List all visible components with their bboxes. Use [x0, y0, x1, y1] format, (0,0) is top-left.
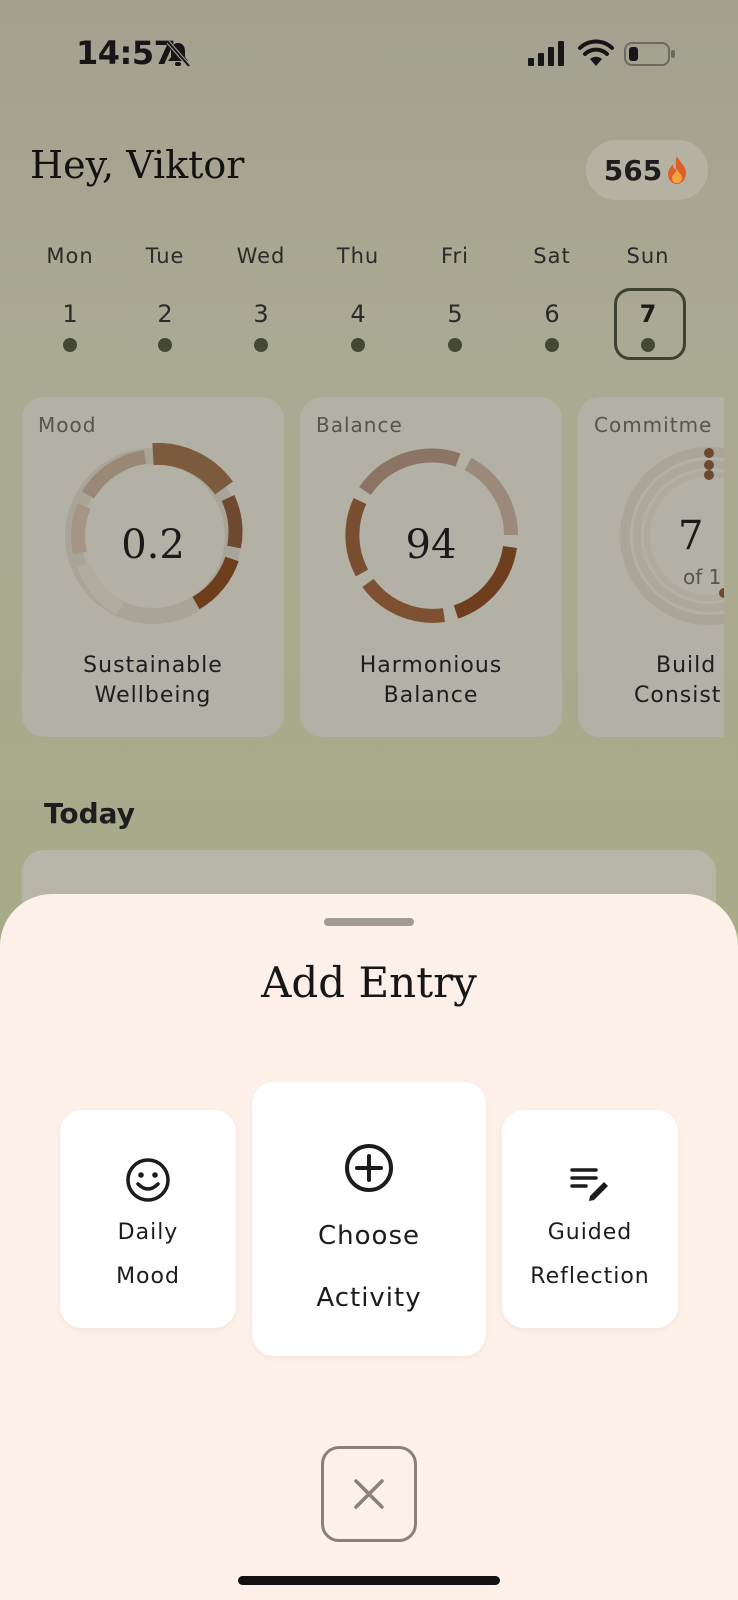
- greeting-heading: Hey, Viktor: [30, 143, 245, 187]
- caption-line: Harmonious: [359, 653, 503, 678]
- option-label: Activity: [316, 1283, 422, 1313]
- mood-card[interactable]: Mood 0.2 Sustainable Wellbeing: [22, 397, 284, 737]
- option-label: Daily: [117, 1220, 179, 1245]
- streak-badge[interactable]: 565: [586, 140, 708, 200]
- add-entry-sheet: Add Entry Daily Mood Choose Activity Gui…: [0, 894, 738, 1600]
- entry-dot: [351, 338, 365, 352]
- sheet-title: Add Entry: [261, 958, 477, 1007]
- option-label: Reflection: [530, 1264, 650, 1289]
- caption-line: Wellbeing: [94, 683, 212, 708]
- entry-dot: [545, 338, 559, 352]
- commitment-card[interactable]: Commitme 7 of 1 Build Consist: [578, 397, 724, 737]
- entry-dot: [158, 338, 172, 352]
- selected-day-outline: [614, 288, 686, 360]
- card-title: Balance: [316, 413, 403, 437]
- entry-dot: [63, 338, 77, 352]
- caption-line: Consist: [634, 683, 722, 708]
- option-label: Choose: [318, 1221, 420, 1251]
- caption-line: Sustainable: [83, 653, 223, 678]
- metric-cards-carousel[interactable]: Mood 0.2 Sustainable Wellbeing Balance 9…: [22, 397, 724, 739]
- daily-mood-button[interactable]: Daily Mood: [60, 1110, 236, 1328]
- commitment-value: 7: [678, 513, 704, 559]
- card-title: Commitme: [594, 413, 713, 437]
- close-icon: [354, 1479, 384, 1509]
- day-monday[interactable]: Mon 1: [32, 244, 108, 352]
- choose-activity-button[interactable]: Choose Activity: [252, 1082, 486, 1356]
- card-caption: Build Consist: [634, 651, 724, 711]
- day-name: Wed: [236, 244, 286, 268]
- wifi-icon: [578, 39, 614, 66]
- day-name: Fri: [440, 244, 470, 268]
- day-thursday[interactable]: Thu 4: [320, 244, 396, 352]
- day-sunday-selected[interactable]: Sun 7: [610, 244, 686, 360]
- day-number: 4: [350, 300, 366, 328]
- streak-count: 565: [603, 153, 663, 187]
- sheet-grabber[interactable]: [324, 918, 414, 926]
- caption-line: Build: [656, 653, 717, 678]
- cellular-signal-icon: [528, 41, 564, 66]
- entry-dot: [254, 338, 268, 352]
- battery-icon: [624, 42, 675, 66]
- day-number: 2: [157, 300, 173, 328]
- day-wednesday[interactable]: Wed 3: [223, 244, 299, 352]
- day-name: Tue: [145, 244, 185, 268]
- day-name: Mon: [46, 244, 94, 268]
- day-name: Thu: [336, 244, 380, 268]
- bell-slash-icon: [166, 40, 191, 68]
- day-name: Sun: [626, 244, 670, 268]
- day-tuesday[interactable]: Tue 2: [127, 244, 203, 352]
- caption-line: Balance: [383, 683, 479, 708]
- balance-card[interactable]: Balance 94 Harmonious Balance: [300, 397, 562, 737]
- day-friday[interactable]: Fri 5: [417, 244, 493, 352]
- card-title: Mood: [38, 413, 97, 437]
- mood-value: 0.2: [121, 522, 185, 568]
- flame-icon: [668, 156, 687, 184]
- option-label: Guided: [547, 1220, 633, 1245]
- edit-note-icon: [570, 1168, 608, 1201]
- today-heading: Today: [44, 797, 135, 830]
- day-number: 5: [447, 300, 463, 328]
- commitment-total: of 1: [683, 565, 722, 589]
- status-time: 14:57: [76, 34, 176, 72]
- balance-value: 94: [405, 522, 457, 568]
- plus-circle-icon: [345, 1144, 393, 1192]
- guided-reflection-button[interactable]: Guided Reflection: [502, 1110, 678, 1328]
- day-number: 1: [62, 300, 78, 328]
- day-number: 6: [544, 300, 560, 328]
- day-name: Sat: [533, 244, 571, 268]
- entry-dot: [448, 338, 462, 352]
- close-sheet-button[interactable]: [321, 1446, 417, 1542]
- card-caption: Sustainable Wellbeing: [22, 651, 284, 711]
- day-number: 3: [253, 300, 269, 328]
- smiley-face-icon: [126, 1158, 170, 1202]
- home-indicator[interactable]: [238, 1576, 500, 1585]
- card-caption: Harmonious Balance: [300, 651, 562, 711]
- day-saturday[interactable]: Sat 6: [514, 244, 590, 352]
- option-label: Mood: [116, 1264, 180, 1289]
